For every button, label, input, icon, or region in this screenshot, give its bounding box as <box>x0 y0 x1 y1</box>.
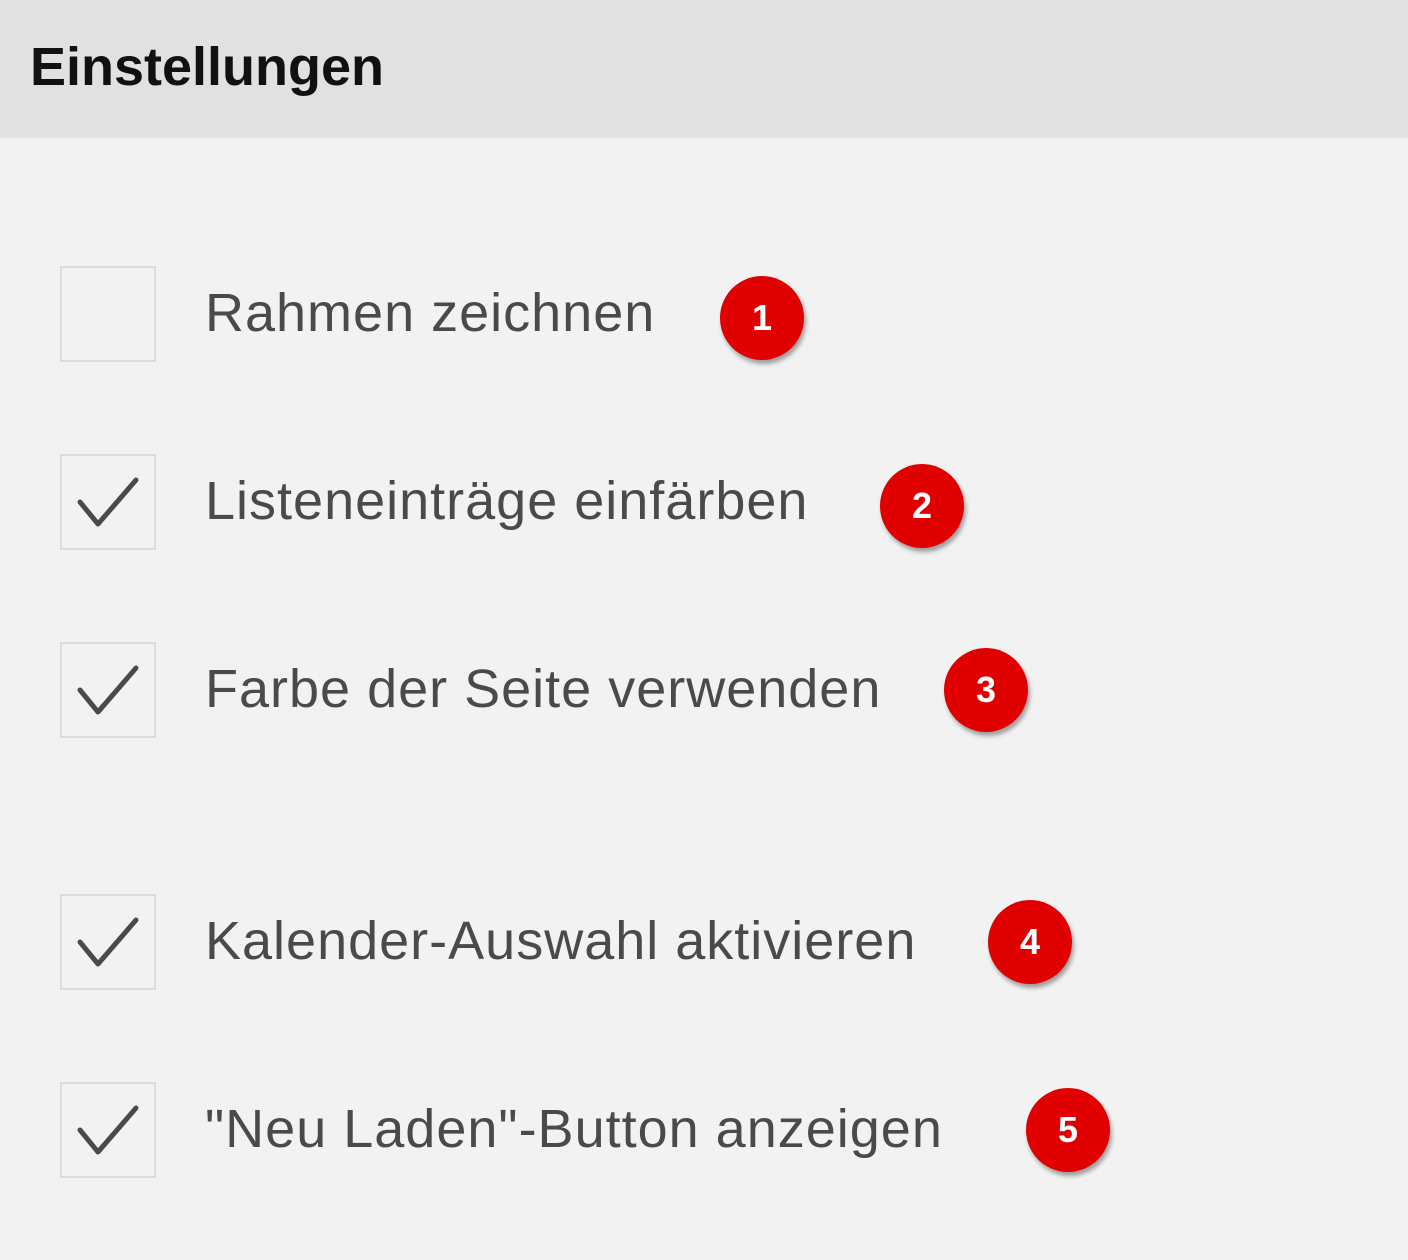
annotation-badge: 2 <box>880 464 964 548</box>
option-kalender-auswahl-aktivieren[interactable]: Kalender-Auswahl aktivieren 4 <box>0 894 1408 990</box>
option-label: "Neu Laden"-Button anzeigen <box>205 1099 943 1159</box>
checkmark-icon <box>77 665 139 715</box>
checkbox-neu-laden-button-anzeigen[interactable] <box>60 1082 156 1178</box>
checkmark-icon <box>77 1105 139 1155</box>
option-farbe-der-seite-verwenden[interactable]: Farbe der Seite verwenden 3 <box>0 642 1408 738</box>
option-label: Farbe der Seite verwenden <box>205 659 882 719</box>
option-neu-laden-button-anzeigen[interactable]: "Neu Laden"-Button anzeigen 5 <box>0 1082 1408 1178</box>
checkmark-icon <box>77 917 139 967</box>
annotation-badge: 5 <box>1026 1088 1110 1172</box>
option-rahmen-zeichnen[interactable]: Rahmen zeichnen 1 <box>0 266 1408 362</box>
option-listeneintraege-einfaerben[interactable]: Listeneinträge einfärben 2 <box>0 454 1408 550</box>
page-title: Einstellungen <box>30 37 385 97</box>
settings-header: Einstellungen <box>0 0 1408 138</box>
checkbox-rahmen-zeichnen[interactable] <box>60 266 156 362</box>
checkbox-farbe-der-seite-verwenden[interactable] <box>60 642 156 738</box>
option-label: Listeneinträge einfärben <box>205 471 809 531</box>
checkmark-icon <box>77 477 139 527</box>
annotation-badge: 3 <box>944 648 1028 732</box>
checkbox-kalender-auswahl-aktivieren[interactable] <box>60 894 156 990</box>
option-label: Kalender-Auswahl aktivieren <box>205 911 917 971</box>
checkbox-listeneintraege-einfaerben[interactable] <box>60 454 156 550</box>
option-label: Rahmen zeichnen <box>205 283 656 343</box>
annotation-badge: 1 <box>720 276 804 360</box>
annotation-badge: 4 <box>988 900 1072 984</box>
